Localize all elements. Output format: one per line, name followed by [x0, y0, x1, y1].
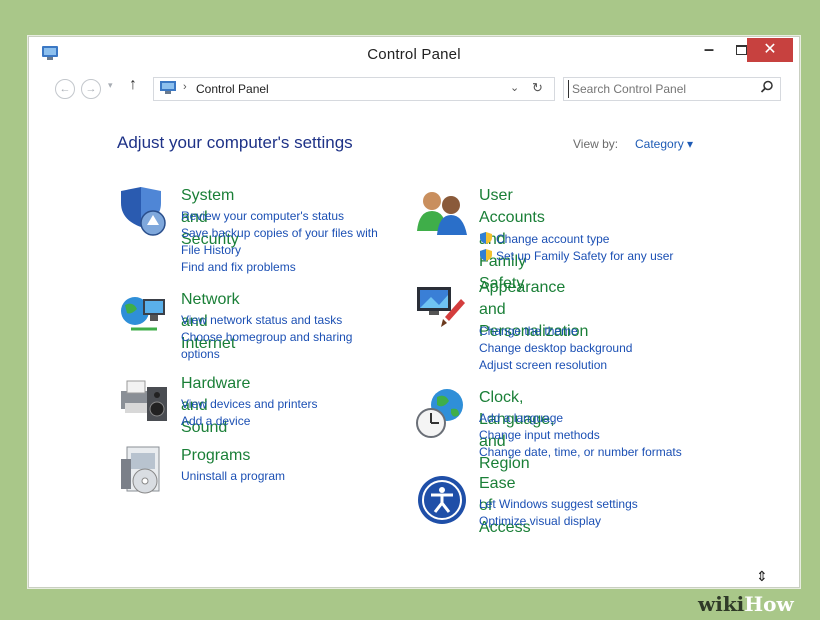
link-file-history[interactable]: File History	[181, 242, 378, 259]
clock-globe-icon[interactable]	[415, 387, 469, 441]
mouse-cursor-icon: ⇕	[756, 568, 768, 584]
link-windows-suggest-settings[interactable]: Let Windows suggest settings	[479, 496, 638, 513]
control-panel-window: Control Panel – ✕ ← → ▾ ↑ › Control Pane…	[28, 36, 800, 588]
minimize-button[interactable]: –	[693, 38, 725, 62]
back-button[interactable]: ←	[55, 79, 75, 99]
users-icon[interactable]	[415, 185, 469, 239]
watermark-how: How	[744, 592, 794, 616]
page-heading: Adjust your computer's settings	[117, 133, 353, 152]
link-family-safety[interactable]: Set up Family Safety for any user	[479, 248, 673, 265]
programs-icon[interactable]	[117, 445, 171, 499]
link-label: Set up Family Safety for any user	[496, 249, 674, 263]
link-optimize-visual-display[interactable]: Optimize visual display	[479, 513, 638, 530]
up-button[interactable]: ↑	[129, 76, 137, 94]
title-bar: Control Panel – ✕	[29, 37, 799, 73]
category-links: Change the theme Change desktop backgrou…	[479, 323, 632, 374]
forward-button[interactable]: →	[81, 79, 101, 99]
wikihow-watermark: wikiHow	[698, 592, 794, 616]
shield-icon[interactable]	[117, 185, 171, 239]
link-add-language[interactable]: Add a language	[479, 410, 682, 427]
navigation-bar: ← → ▾ ↑ › Control Panel ⌄ ↻	[29, 73, 799, 107]
control-panel-small-icon	[160, 81, 176, 94]
category-links: Review your computer's status Save backu…	[181, 208, 378, 276]
category-links: Add a language Change input methods Chan…	[479, 410, 682, 461]
category-links: Let Windows suggest settings Optimize vi…	[479, 496, 638, 530]
link-desktop-background[interactable]: Change desktop background	[479, 340, 632, 357]
printer-speaker-icon[interactable]	[117, 373, 171, 427]
link-uninstall-program[interactable]: Uninstall a program	[181, 468, 285, 485]
breadcrumb-control-panel[interactable]: Control Panel	[196, 82, 269, 96]
globe-network-icon[interactable]	[117, 289, 171, 343]
link-change-account-type[interactable]: Change account type	[479, 231, 673, 248]
uac-shield-icon	[480, 232, 492, 244]
address-dropdown-icon[interactable]: ⌄	[510, 81, 519, 94]
link-date-time-formats[interactable]: Change date, time, or number formats	[479, 444, 682, 461]
watermark-wiki: wiki	[698, 592, 745, 616]
close-button[interactable]: ✕	[747, 38, 793, 62]
refresh-icon[interactable]: ↻	[532, 80, 543, 96]
link-screen-resolution[interactable]: Adjust screen resolution	[479, 357, 632, 374]
link-homegroup-options[interactable]: options	[181, 346, 352, 363]
link-add-device[interactable]: Add a device	[181, 413, 318, 430]
search-box[interactable]	[563, 77, 781, 101]
maximize-icon	[735, 45, 747, 55]
address-bar[interactable]: › Control Panel ⌄ ↻	[153, 77, 555, 101]
link-change-theme[interactable]: Change the theme	[479, 323, 632, 340]
category-links: Uninstall a program	[181, 468, 285, 485]
link-homegroup[interactable]: Choose homegroup and sharing	[181, 329, 352, 346]
view-by-label: View by:	[573, 137, 619, 151]
link-input-methods[interactable]: Change input methods	[479, 427, 682, 444]
monitor-brush-icon[interactable]	[415, 277, 469, 331]
uac-shield-icon	[480, 249, 492, 261]
link-network-status[interactable]: View network status and tasks	[181, 312, 352, 329]
recent-locations-dropdown[interactable]: ▾	[108, 80, 113, 91]
view-by-dropdown[interactable]: Category ▾	[635, 137, 693, 151]
category-links: View devices and printers Add a device	[181, 396, 318, 430]
category-links: Change account type Set up Family Safety…	[479, 231, 673, 265]
search-input[interactable]	[568, 80, 754, 98]
search-icon[interactable]	[760, 80, 774, 94]
link-devices-printers[interactable]: View devices and printers	[181, 396, 318, 413]
link-find-fix-problems[interactable]: Find and fix problems	[181, 259, 378, 276]
breadcrumb-separator: ›	[183, 81, 187, 93]
category-links: View network status and tasks Choose hom…	[181, 312, 352, 363]
window-title: Control Panel	[367, 46, 461, 63]
link-save-backup[interactable]: Save backup copies of your files with	[181, 225, 378, 242]
link-review-status[interactable]: Review your computer's status	[181, 208, 378, 225]
category-title-line1: Appearance and	[479, 279, 566, 318]
link-label: Change account type	[496, 232, 610, 246]
ease-of-access-icon[interactable]	[415, 473, 469, 527]
category-title[interactable]: Programs	[181, 445, 250, 467]
